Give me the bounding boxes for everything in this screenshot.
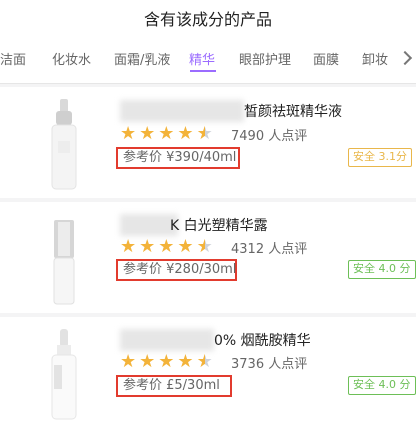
safety-badge: 安全 4.0 分 [348, 376, 416, 395]
rating-stars: ★ ★ ★ ★ ★ [120, 236, 216, 257]
review-count: 4312 人点评 [231, 242, 308, 257]
rating-stars: ★ ★ ★ ★ ★ [120, 123, 216, 144]
tab-cream-lotion[interactable]: 面霜/乳液 [114, 41, 170, 81]
product-image [53, 220, 75, 305]
tab-cleanser[interactable]: 洁面 [0, 41, 26, 81]
safety-badge: 安全 3.1分 [348, 148, 412, 167]
star-half-icon: ★ [196, 351, 213, 372]
star-half-icon: ★ [196, 236, 213, 257]
star-icon: ★ [120, 123, 137, 144]
product-image [51, 329, 77, 420]
reference-price: 参考价 ¥390/40ml [116, 147, 240, 169]
star-icon: ★ [177, 236, 194, 257]
tab-eye-care[interactable]: 眼部护理 [239, 41, 291, 81]
tab-makeup-remover[interactable]: 卸妆 [362, 41, 388, 81]
tab-serum[interactable]: 精华 [189, 41, 215, 81]
rating-stars: ★ ★ ★ ★ ★ [120, 351, 216, 372]
reference-price: 参考价 ¥280/30ml [116, 259, 237, 281]
page-title: 含有该成分的产品 [143, 10, 272, 29]
blurred-brand [120, 100, 244, 122]
star-half-icon: ★ [196, 123, 213, 144]
review-count: 3736 人点评 [231, 357, 308, 372]
star-icon: ★ [158, 351, 175, 372]
review-count: 7490 人点评 [231, 129, 308, 144]
star-icon: ★ [177, 123, 194, 144]
star-icon: ★ [158, 236, 175, 257]
star-icon: ★ [158, 123, 175, 144]
star-icon: ★ [120, 351, 137, 372]
product-name: 皙颜祛斑精华液 [244, 104, 342, 120]
star-icon: ★ [139, 123, 156, 144]
product-name: 0% 烟酰胺精华 [214, 333, 311, 349]
reference-price: 参考价 £5/30ml [116, 375, 232, 397]
product-card[interactable]: K 白光塑精华露 ★ ★ ★ ★ ★ 4312 人点评 参考价 ¥280/30ml 安全… [0, 202, 416, 313]
tab-mask[interactable]: 面膜 [313, 41, 339, 81]
safety-badge: 安全 4.0 分 [348, 260, 416, 279]
product-image [51, 99, 77, 190]
active-tab-indicator [190, 70, 216, 72]
category-tabs: 洁面 化妆水 面霜/乳液 精华 眼部护理 面膜 卸妆 [0, 41, 416, 84]
tab-toner[interactable]: 化妆水 [52, 41, 91, 81]
star-icon: ★ [139, 236, 156, 257]
product-card[interactable]: 0% 烟酰胺精华 ★ ★ ★ ★ ★ 3736 人点评 参考价 £5/30ml 安全 4… [0, 317, 416, 424]
star-icon: ★ [177, 351, 194, 372]
star-icon: ★ [139, 351, 156, 372]
product-card[interactable]: 皙颜祛斑精华液 ★ ★ ★ ★ ★ 7490 人点评 参考价 ¥390/40ml 安全 … [0, 87, 416, 198]
page-header: 含有该成分的产品 [0, 0, 416, 41]
blurred-brand [120, 329, 214, 351]
star-icon: ★ [120, 236, 137, 257]
product-name: K 白光塑精华露 [170, 218, 268, 234]
